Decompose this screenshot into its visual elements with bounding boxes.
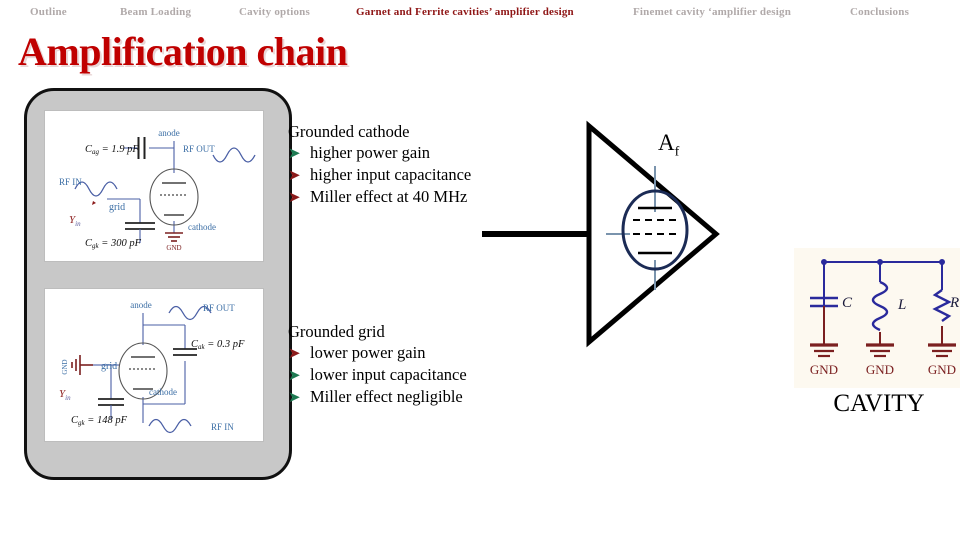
- arrow-bullet-icon: ➤: [288, 188, 301, 206]
- diagram1-label-gnd: GND: [166, 244, 181, 252]
- cavity-gnd-label-2: GND: [866, 362, 894, 377]
- diagram1-label-rf-in: RF IN: [59, 177, 82, 187]
- cavity-circuit: C L R GND GND GND: [794, 248, 960, 388]
- arrow-bullet-icon: ➤: [288, 144, 301, 162]
- list-item-label: lower input capacitance: [310, 365, 467, 384]
- diagram1-label-cathode: cathode: [188, 222, 216, 232]
- diagram2-label-gnd: GND: [61, 359, 69, 374]
- diagram2-label-cgk: Cgk = 148 pF: [71, 415, 128, 427]
- arrow-bullet-icon: ➤: [288, 344, 301, 362]
- nav-item-garnet-ferrite-amplifier-design[interactable]: Garnet and Ferrite cavities’ amplifier d…: [356, 6, 574, 18]
- nav-item-beam-loading[interactable]: Beam Loading: [120, 6, 191, 18]
- arrow-bullet-icon: ➤: [288, 366, 301, 384]
- diagram1-label-y: Yin: [69, 214, 81, 228]
- nav-item-conclusions[interactable]: Conclusions: [850, 6, 909, 18]
- diagram1-label-grid: grid: [109, 202, 125, 213]
- diagram2-label-grid: grid: [101, 361, 117, 372]
- cavity-gnd-label-3: GND: [928, 362, 956, 377]
- list-item: ➤ lower input capacitance: [288, 364, 528, 386]
- diagram2-label-rf-in: RF IN: [211, 422, 234, 432]
- diagram1-label-cgk: Cgk = 300 pF: [85, 238, 142, 250]
- arrow-bullet-icon: ➤: [288, 388, 301, 406]
- diagram2-label-y: Yin: [59, 388, 71, 402]
- diagram-grounded-cathode: anode grid cathode RF IN RF OUT GND Cag …: [44, 110, 264, 262]
- nav-item-cavity-options[interactable]: Cavity options: [239, 6, 310, 18]
- list-item: ➤ Miller effect negligible: [288, 386, 528, 408]
- diagram1-label-anode: anode: [158, 128, 180, 138]
- diagram-grounded-grid: anode grid cathode RF IN RF OUT GND Cak …: [44, 288, 264, 442]
- amplifier-stage: [470, 108, 720, 360]
- amplifier-gain-symbol: A: [658, 130, 675, 155]
- page-title: Amplification chain: [18, 29, 348, 74]
- amplifier-gain-subscript: f: [674, 144, 680, 160]
- list-item-label: lower power gain: [310, 343, 426, 362]
- list-item-label: higher power gain: [310, 143, 431, 162]
- cavity-component-label-r: R: [949, 295, 959, 311]
- diagram2-label-cak: Cak = 0.3 pF: [191, 339, 245, 351]
- list-item-label: higher input capacitance: [310, 165, 472, 184]
- list-item-label: Miller effect at 40 MHz: [310, 187, 468, 206]
- diagram2-label-rf-out: RF OUT: [203, 303, 235, 313]
- nav-item-finemet-amplifier-design[interactable]: Finemet cavity ‘amplifier design: [633, 6, 791, 18]
- nav-item-outline[interactable]: Outline: [30, 6, 67, 18]
- diagram2-label-cathode: cathode: [149, 387, 177, 397]
- diagram1-label-cag: Cag = 1.9 pF: [85, 144, 139, 156]
- diagram1-label-rf-out: RF OUT: [183, 144, 215, 154]
- arrow-bullet-icon: ➤: [288, 166, 301, 184]
- cavity-caption: CAVITY: [833, 390, 925, 417]
- top-navigation: Outline Beam Loading Cavity options Garn…: [0, 0, 960, 26]
- cavity-component-label-c: C: [842, 295, 853, 311]
- list-item-label: Miller effect negligible: [310, 387, 463, 406]
- cavity-gnd-label-1: GND: [810, 362, 838, 377]
- diagram2-label-anode: anode: [130, 300, 152, 310]
- amplifier-gain-label: Af: [658, 130, 679, 161]
- cavity-component-label-l: L: [897, 297, 906, 313]
